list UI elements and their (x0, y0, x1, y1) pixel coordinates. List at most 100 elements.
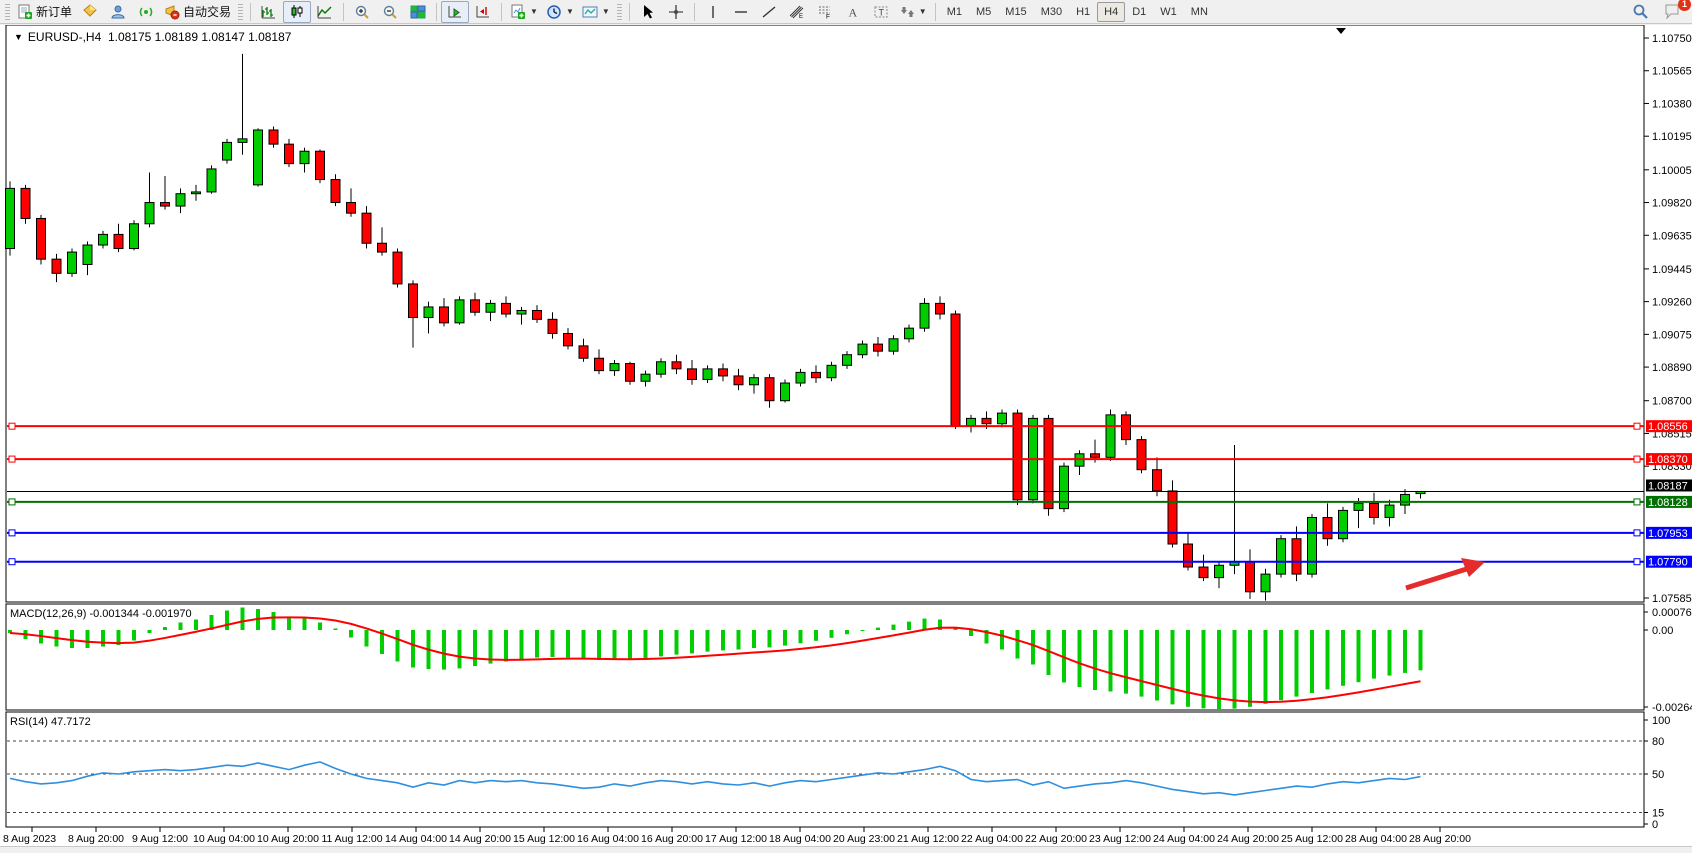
community-button[interactable]: 1 (1658, 1, 1686, 23)
autotrading-icon (164, 4, 180, 20)
bar-chart-button[interactable] (255, 1, 283, 23)
templates-button[interactable]: ▼ (578, 1, 614, 23)
timeframe-button-h4[interactable]: H4 (1097, 2, 1125, 22)
line-handle[interactable] (1634, 559, 1640, 565)
signals-button[interactable] (132, 1, 160, 23)
arrows-button[interactable]: ▼ (895, 1, 931, 23)
auto-scroll-button[interactable] (441, 1, 469, 23)
macd-histogram-bar (551, 630, 555, 657)
candle-bullish (254, 130, 263, 185)
autotrading-button[interactable]: 自动交易 (160, 1, 235, 23)
zoom-in-button[interactable] (348, 1, 376, 23)
tile-windows-button[interactable] (404, 1, 432, 23)
toolbar-separator (694, 3, 695, 21)
timeframe-button-h1[interactable]: H1 (1069, 2, 1097, 22)
bar-chart-icon (261, 4, 277, 20)
macd-histogram-bar (86, 630, 90, 648)
profile-button[interactable] (104, 1, 132, 23)
price-axis-label: 1.09635 (1652, 230, 1692, 242)
macd-histogram-bar (1124, 630, 1128, 694)
text-label-icon: T (873, 4, 889, 20)
macd-histogram-bar (582, 630, 586, 659)
cursor-button[interactable] (634, 1, 662, 23)
chart-shift-button[interactable] (469, 1, 497, 23)
line-handle[interactable] (9, 499, 15, 505)
chart-canvas[interactable]: 1.107501.105651.103801.101951.100051.098… (0, 25, 1692, 848)
candle-bullish (68, 252, 77, 273)
timeframe-button-m30[interactable]: M30 (1034, 2, 1069, 22)
macd-histogram-bar (1310, 630, 1314, 693)
candle-bullish (750, 378, 759, 385)
price-axis-label: 1.09260 (1652, 297, 1692, 309)
macd-histogram-bar (1295, 630, 1299, 697)
price-axis-label: 1.10195 (1652, 131, 1692, 143)
line-handle[interactable] (9, 559, 15, 565)
timeframe-button-w1[interactable]: W1 (1153, 2, 1184, 22)
toolbar-grip[interactable] (5, 4, 10, 20)
candlestick-chart-button[interactable] (283, 1, 311, 23)
zoom-out-icon (382, 4, 398, 20)
line-handle[interactable] (9, 530, 15, 536)
candle-bearish (595, 358, 604, 370)
svg-text:F: F (826, 13, 830, 20)
macd-histogram-bar (1031, 630, 1035, 665)
candle-bearish (579, 346, 588, 358)
line-handle[interactable] (1634, 456, 1640, 462)
price-level-badge-text: 1.08187 (1648, 480, 1688, 492)
chevron-down-icon: ▼ (566, 7, 574, 16)
periods-button[interactable]: ▼ (542, 1, 578, 23)
new-chart-icon (510, 4, 526, 20)
svg-text:A: A (848, 5, 857, 19)
macd-histogram-bar (318, 623, 322, 631)
rsi-axis-label: 100 (1652, 715, 1670, 727)
line-handle[interactable] (1634, 423, 1640, 429)
equidistant-channel-button[interactable]: E (783, 1, 811, 23)
new-chart-button[interactable]: ▼ (506, 1, 542, 23)
macd-histogram-bar (690, 630, 694, 653)
line-handle[interactable] (1634, 499, 1640, 505)
timeframe-button-d1[interactable]: D1 (1125, 2, 1153, 22)
trendline-button[interactable] (755, 1, 783, 23)
candle-bearish (269, 130, 278, 144)
crosshair-button[interactable] (662, 1, 690, 23)
time-axis-label: 8 Aug 2023 (3, 833, 56, 845)
search-button[interactable] (1626, 1, 1654, 23)
zoom-out-button[interactable] (376, 1, 404, 23)
zoom-in-icon (354, 4, 370, 20)
macd-histogram-bar (473, 630, 477, 666)
candle-bearish (502, 303, 511, 314)
timeframe-button-m5[interactable]: M5 (969, 2, 998, 22)
horizontal-line-button[interactable] (727, 1, 755, 23)
new-order-button[interactable]: 新订单 (13, 1, 76, 23)
candle-bullish (998, 413, 1007, 424)
main-toolbar: 新订单 自动交易 ▼ ▼ (0, 0, 1692, 24)
toolbar-grip[interactable] (238, 4, 243, 20)
timeframe-button-m15[interactable]: M15 (998, 2, 1033, 22)
mql-market-button[interactable] (76, 1, 104, 23)
line-handle[interactable] (9, 456, 15, 462)
svg-text:T: T (878, 7, 884, 17)
macd-histogram-bar (1109, 630, 1113, 692)
timeframe-button-m1[interactable]: M1 (940, 2, 969, 22)
toolbar-grip[interactable] (617, 4, 622, 20)
text-label-button[interactable]: T (867, 1, 895, 23)
line-handle[interactable] (9, 423, 15, 429)
line-chart-button[interactable] (311, 1, 339, 23)
rsi-pane[interactable] (6, 712, 1644, 827)
vertical-line-button[interactable] (699, 1, 727, 23)
price-level-badge-text: 1.07953 (1648, 528, 1688, 540)
text-button[interactable]: A (839, 1, 867, 23)
main-pane[interactable] (6, 25, 1644, 602)
line-handle[interactable] (1634, 530, 1640, 536)
candle-bullish (238, 139, 247, 143)
profile-icon (110, 4, 126, 20)
timeframe-button-mn[interactable]: MN (1184, 2, 1215, 22)
vertical-line-icon (705, 4, 721, 20)
candle-bearish (734, 376, 743, 385)
macd-histogram-bar (566, 630, 570, 658)
candle-bullish (517, 310, 526, 314)
macd-histogram-bar (1279, 630, 1283, 700)
fibonacci-button[interactable]: F (811, 1, 839, 23)
search-icon (1632, 3, 1649, 20)
candle-bearish (1091, 454, 1100, 458)
